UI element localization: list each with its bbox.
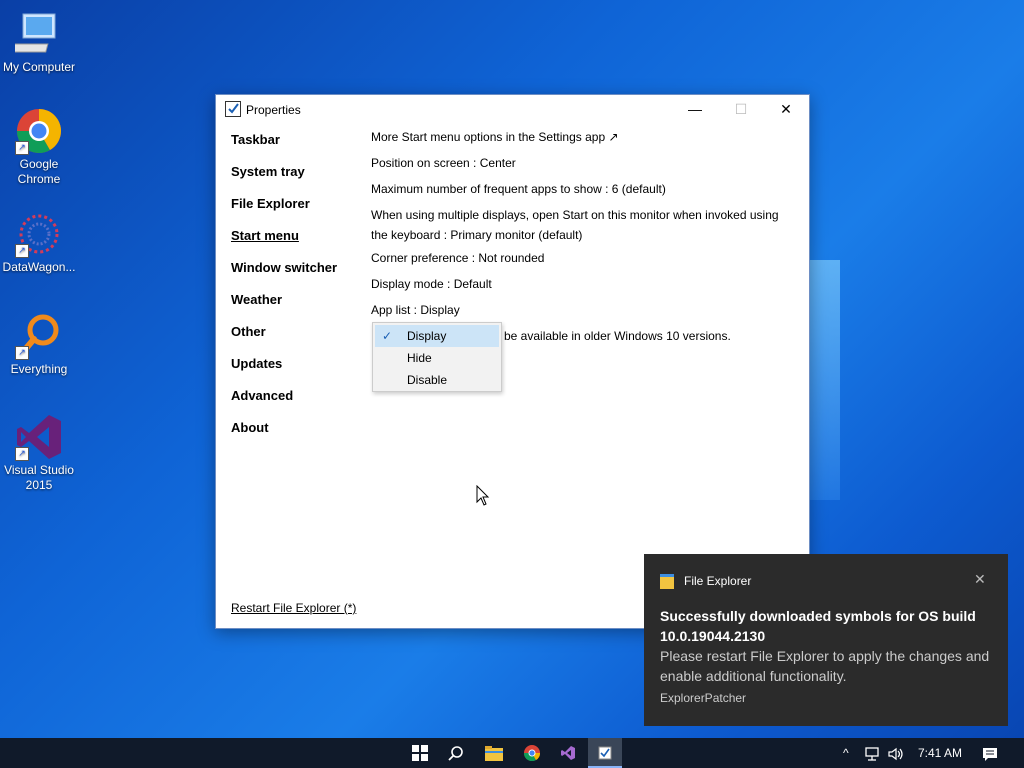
- datawagon-icon: ↗: [15, 210, 63, 258]
- desktop-icon-everything[interactable]: ↗ Everything: [0, 312, 78, 377]
- mouse-cursor-icon: [476, 485, 490, 506]
- nav-item-advanced[interactable]: Advanced: [231, 389, 337, 421]
- desktop-icon-chrome[interactable]: ↗ Google Chrome: [0, 107, 78, 187]
- volume-icon[interactable]: [888, 738, 904, 768]
- clock[interactable]: 7:41 AM: [918, 738, 962, 768]
- visual-studio-taskbar-icon[interactable]: [551, 738, 585, 768]
- desktop-icon-label: Visual Studio 2015: [4, 463, 74, 492]
- option-multi-display[interactable]: When using multiple displays, open Start…: [371, 205, 791, 245]
- dropdown-item-display[interactable]: ✓ Display: [375, 325, 499, 347]
- minimize-button[interactable]: —: [672, 95, 718, 123]
- visual-studio-icon: ↗: [15, 413, 63, 461]
- option-corner-preference[interactable]: Corner preference : Not rounded: [371, 251, 791, 266]
- desktop-icon-label: DataWagon...: [2, 260, 76, 274]
- nav-item-file-explorer[interactable]: File Explorer: [231, 197, 337, 229]
- desktop-icon-label: Everything: [10, 362, 68, 376]
- desktop-icon-label: Google Chrome: [17, 157, 61, 186]
- shortcut-arrow-icon: ↗: [15, 346, 29, 360]
- shortcut-arrow-icon: ↗: [15, 447, 29, 461]
- chrome-icon: ↗: [15, 107, 63, 155]
- chrome-taskbar-icon[interactable]: [515, 738, 549, 768]
- nav-item-window-switcher[interactable]: Window switcher: [231, 261, 337, 293]
- nav-item-other[interactable]: Other: [231, 325, 337, 357]
- taskbar: ^ 7:41 AM: [0, 738, 1024, 768]
- everything-search-icon: ↗: [15, 312, 63, 360]
- checkbox-app-icon: [225, 101, 241, 117]
- nav-item-start-menu[interactable]: Start menu: [231, 229, 337, 261]
- properties-window: Properties — ☐ ✕ Taskbar System tray Fil…: [215, 94, 810, 629]
- window-titlebar[interactable]: Properties — ☐ ✕: [216, 95, 809, 123]
- shortcut-arrow-icon: ↗: [15, 244, 29, 258]
- folder-icon: [660, 574, 674, 589]
- file-explorer-icon[interactable]: [477, 738, 511, 768]
- app-list-dropdown[interactable]: ✓ Display Hide Disable: [372, 322, 502, 392]
- notification-close-button[interactable]: ✕: [974, 571, 986, 588]
- option-display-mode[interactable]: Display mode : Default: [371, 277, 791, 292]
- desktop-icon-label: My Computer: [2, 60, 76, 74]
- option-frequent-apps[interactable]: Maximum number of frequent apps to show …: [371, 182, 791, 197]
- notification-body: Please restart File Explorer to apply th…: [660, 648, 990, 684]
- search-icon[interactable]: [439, 738, 473, 768]
- desktop-icon-datawagon[interactable]: ↗ DataWagon...: [0, 210, 78, 275]
- option-app-list[interactable]: App list : Display: [371, 303, 791, 318]
- dropdown-item-disable[interactable]: Disable: [373, 369, 501, 391]
- settings-app-link[interactable]: More Start menu options in the Settings …: [371, 130, 791, 145]
- sidebar-nav: Taskbar System tray File Explorer Start …: [231, 133, 337, 453]
- window-title: Properties: [246, 103, 301, 117]
- network-icon[interactable]: [865, 738, 881, 768]
- desktop-icon-visual-studio[interactable]: ↗ Visual Studio 2015: [0, 413, 78, 493]
- desktop-icon-my-computer[interactable]: My Computer: [0, 10, 78, 75]
- nav-item-weather[interactable]: Weather: [231, 293, 337, 325]
- properties-taskbar-icon[interactable]: [588, 738, 622, 768]
- nav-item-system-tray[interactable]: System tray: [231, 165, 337, 197]
- notification-source: ExplorerPatcher: [660, 691, 747, 705]
- option-position[interactable]: Position on screen : Center: [371, 156, 791, 171]
- notification-heading: Successfully downloaded symbols for OS b…: [660, 608, 976, 644]
- notification-toast[interactable]: File Explorer ✕ Successfully downloaded …: [644, 554, 1008, 726]
- computer-icon: [9, 10, 63, 58]
- close-button[interactable]: ✕: [763, 95, 809, 123]
- nav-item-updates[interactable]: Updates: [231, 357, 337, 389]
- maximize-button[interactable]: ☐: [718, 95, 764, 123]
- nav-item-about[interactable]: About: [231, 421, 337, 453]
- restart-file-explorer-link[interactable]: Restart File Explorer (*): [231, 601, 356, 615]
- nav-item-taskbar[interactable]: Taskbar: [231, 133, 337, 165]
- tray-overflow-chevron-icon[interactable]: ^: [843, 738, 849, 768]
- checkmark-icon: ✓: [382, 329, 393, 343]
- action-center-icon[interactable]: [982, 738, 998, 768]
- start-windows-icon[interactable]: [403, 738, 437, 768]
- dropdown-item-hide[interactable]: Hide: [373, 347, 501, 369]
- shortcut-arrow-icon: ↗: [15, 141, 29, 155]
- notification-app-name: File Explorer: [684, 574, 752, 588]
